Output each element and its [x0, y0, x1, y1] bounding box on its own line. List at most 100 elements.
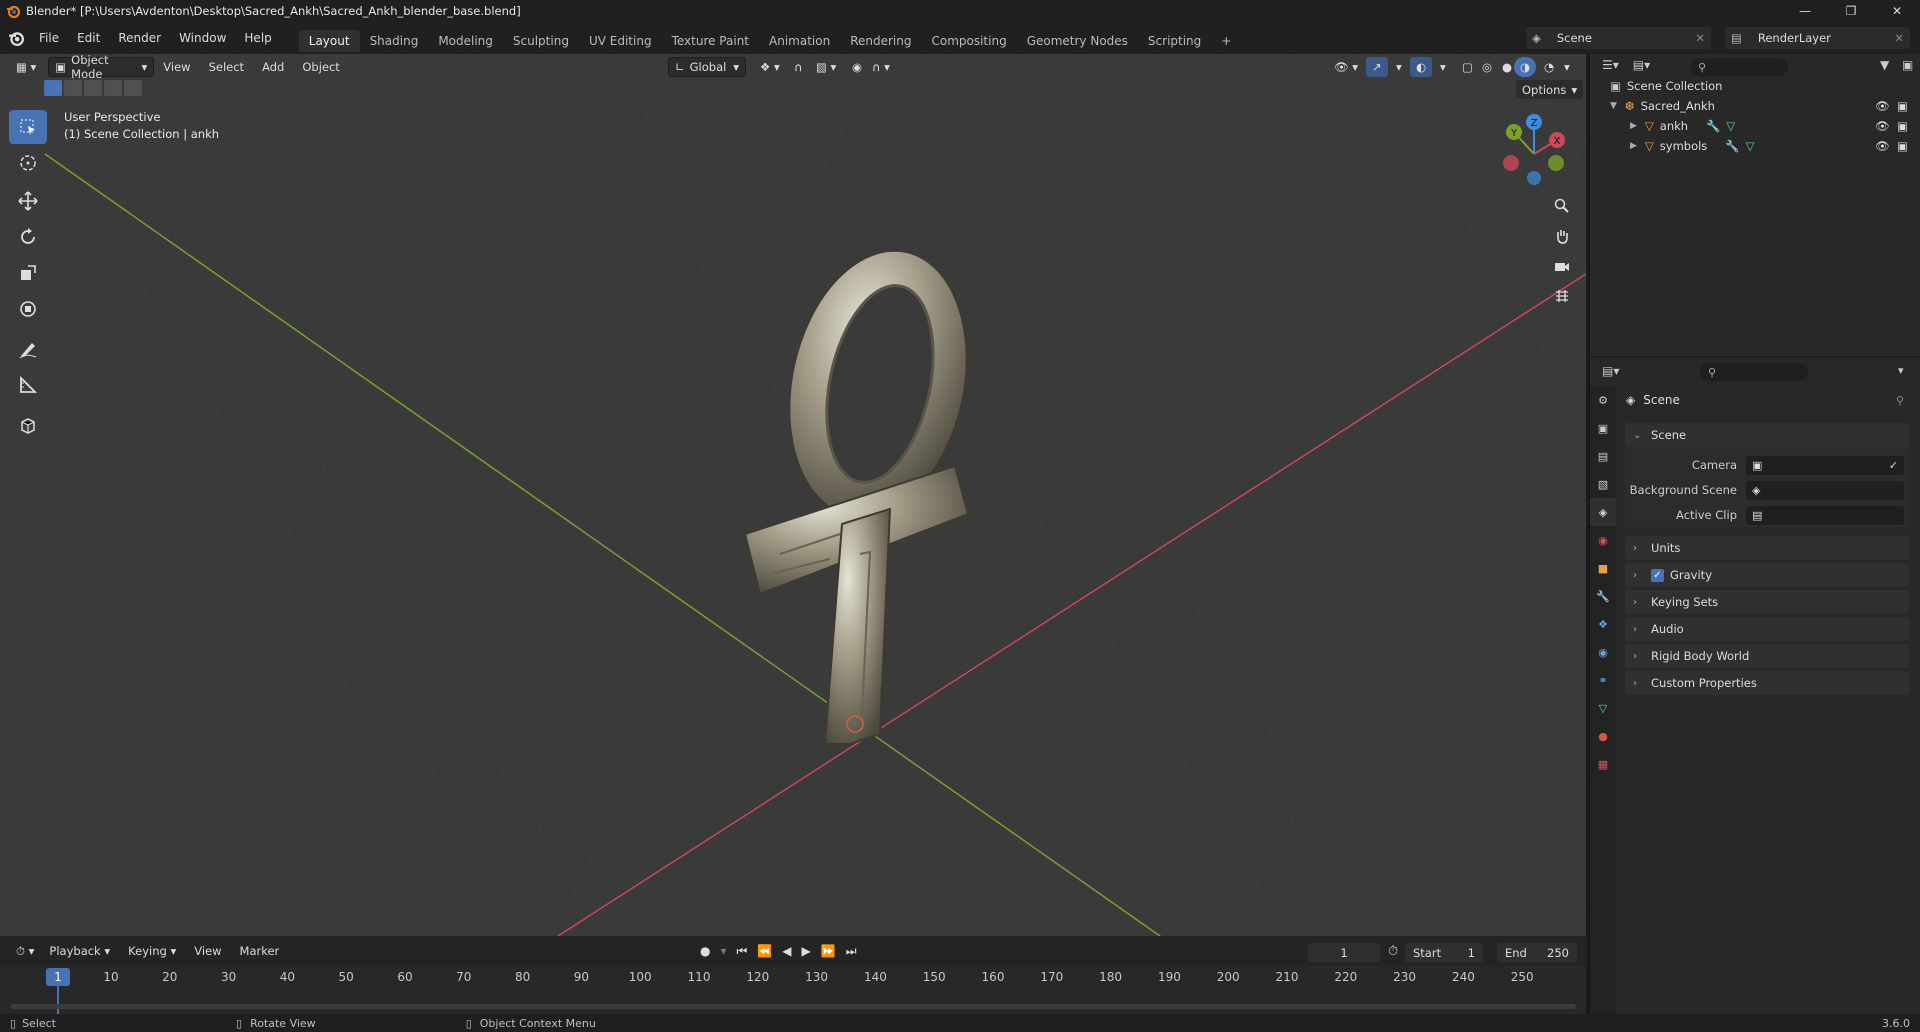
stopwatch-icon[interactable]: ⏱ [1388, 944, 1398, 959]
viewport-menu-select[interactable]: Select [200, 60, 253, 74]
render-tab-icon[interactable]: ▣ [1590, 414, 1616, 442]
start-frame-field[interactable]: Start 1 [1405, 943, 1483, 962]
tab-rendering[interactable]: Rendering [840, 30, 921, 52]
falloff-icon[interactable]: ∩ ▾ [866, 57, 896, 77]
tab-compositing[interactable]: Compositing [921, 30, 1016, 52]
scene-tab-icon[interactable]: ◈ [1590, 498, 1616, 526]
jump-keyframe-forward-icon[interactable]: ⏩ [821, 944, 836, 959]
camera-field[interactable]: ▣ ✓ [1746, 456, 1904, 475]
chevron-right-icon[interactable]: ▶ [1630, 141, 1637, 151]
timeline-menu-keying[interactable]: Keying ▾ [119, 944, 185, 958]
wireframe-shading-icon[interactable]: ◎ [1476, 57, 1498, 77]
select-box-tool-icon[interactable] [9, 110, 47, 144]
cursor-tool-icon[interactable] [9, 146, 47, 180]
chevron-down-icon[interactable]: ▾ [1558, 57, 1576, 77]
timeline-scrollbar[interactable] [10, 1004, 1576, 1009]
snap-icon[interactable]: ∩ [788, 57, 808, 77]
constraints-tab-icon[interactable]: ⚭ [1590, 666, 1616, 694]
tab-uv-editing[interactable]: UV Editing [579, 30, 662, 52]
tab-layout[interactable]: Layout [298, 29, 360, 52]
tab-shading[interactable]: Shading [360, 30, 429, 52]
new-collection-icon[interactable]: ▣ [1902, 58, 1913, 72]
annotate-tool-icon[interactable] [9, 332, 47, 366]
mode-selector[interactable]: ▣ Object Mode ▾ [48, 53, 155, 81]
overlays-toggle-icon[interactable]: ◐ [1410, 57, 1433, 77]
editor-type-icon[interactable]: ▦ ▾ [10, 57, 42, 77]
pivot-point-icon[interactable]: ❖ ▾ [754, 57, 786, 77]
end-frame-field[interactable]: End 250 [1497, 943, 1577, 962]
jump-end-icon[interactable]: ⏭ [846, 944, 857, 959]
tool-tab-icon[interactable]: ⚙ [1590, 386, 1616, 414]
active-clip-field[interactable]: ▤ [1746, 506, 1904, 525]
tab-sculpting[interactable]: Sculpting [503, 30, 579, 52]
gravity-checkbox[interactable]: ✓ [1651, 568, 1664, 582]
keying-sets-panel-header[interactable]: › Keying Sets [1625, 590, 1909, 614]
eye-icon[interactable]: 👁 [1875, 119, 1890, 133]
rendered-shading-icon[interactable]: ◔ [1538, 57, 1560, 77]
chevron-down-icon[interactable]: ▾ [1434, 57, 1452, 77]
outliner-row-symbols[interactable]: ▶ ▽ symbols 🔧 ▽ 👁 ▣ [1590, 136, 1920, 156]
camera-render-icon[interactable]: ▣ [1897, 139, 1908, 153]
play-icon[interactable]: ▶ [802, 944, 811, 959]
audio-panel-header[interactable]: › Audio [1625, 617, 1909, 641]
tab-scripting[interactable]: Scripting [1138, 30, 1211, 52]
current-frame-field[interactable]: 1 [1308, 943, 1380, 962]
viewport-menu-object[interactable]: Object [293, 60, 348, 74]
play-reverse-icon[interactable]: ◀ [782, 944, 791, 959]
modifier-wrench-icon[interactable]: 🔧 [1725, 139, 1739, 153]
mesh-data-icon[interactable]: ▽ [1746, 139, 1755, 153]
particles-tab-icon[interactable]: ❖ [1590, 610, 1616, 638]
menu-file[interactable]: File [30, 31, 68, 45]
menu-edit[interactable]: Edit [68, 31, 109, 45]
outliner-row-sacred-ankh[interactable]: ▼ ❆ Sacred_Ankh 👁 ▣ [1590, 96, 1920, 116]
scene-selector[interactable]: ◈ Scene ✕ [1526, 27, 1711, 49]
gizmo-toggle-icon[interactable]: ↗ [1366, 57, 1388, 77]
grid-ortho-icon[interactable] [1550, 284, 1574, 308]
background-scene-field[interactable]: ◈ [1746, 481, 1904, 500]
select-subtract-icon[interactable] [84, 80, 102, 96]
add-workspace-button[interactable]: + [1211, 30, 1241, 52]
timeline-editor-type-icon[interactable]: ⏱ ▾ [10, 941, 40, 961]
proportional-edit-icon[interactable]: ◉ [846, 57, 868, 77]
physics-tab-icon[interactable]: ◉ [1590, 638, 1616, 666]
chevron-down-icon[interactable]: ▾ [1898, 364, 1904, 377]
outliner[interactable]: ☰▾ ▤▾ ⚲ ▼ ▣ ▣ Scene Collection ▼ ❆ Sacre… [1588, 54, 1920, 356]
menu-help[interactable]: Help [235, 31, 280, 45]
material-tab-icon[interactable]: ● [1590, 722, 1616, 750]
tab-animation[interactable]: Animation [759, 30, 840, 52]
properties-editor-type-icon[interactable]: ▤▾ [1602, 364, 1619, 378]
material-preview-shading-icon[interactable]: ◑ [1514, 57, 1537, 77]
jump-keyframe-back-icon[interactable]: ⏪ [757, 944, 772, 959]
pin-icon[interactable]: ⚲ [1896, 394, 1904, 407]
outliner-search-input[interactable]: ⚲ [1690, 58, 1788, 76]
blender-menu-icon[interactable] [8, 30, 24, 46]
custom-properties-panel-header[interactable]: › Custom Properties [1625, 671, 1909, 695]
timeline-menu-view[interactable]: View [185, 944, 230, 958]
camera-view-icon[interactable] [1550, 254, 1574, 278]
filter-icon[interactable]: ▼ [1880, 58, 1889, 72]
select-new-icon[interactable] [44, 80, 62, 96]
camera-render-icon[interactable]: ▣ [1897, 99, 1908, 113]
properties-search-input[interactable]: ⚲ [1700, 363, 1808, 381]
gravity-panel-header[interactable]: › ✓ Gravity [1625, 563, 1909, 587]
tab-texture-paint[interactable]: Texture Paint [662, 30, 759, 52]
data-tab-icon[interactable]: ▽ [1590, 694, 1616, 722]
3d-viewport[interactable]: Z Y X User Perspective (1) Scene Collect… [0, 54, 1586, 936]
eye-icon[interactable]: 👁 [1875, 99, 1890, 113]
pan-hand-icon[interactable] [1550, 224, 1574, 248]
snap-target-icon[interactable]: ▧ ▾ [810, 57, 842, 77]
eye-icon[interactable]: 👁 [1875, 139, 1890, 153]
output-tab-icon[interactable]: ▤ [1590, 442, 1616, 470]
modifiers-tab-icon[interactable]: 🔧 [1590, 582, 1616, 610]
modifier-wrench-icon[interactable]: 🔧 [1706, 119, 1720, 133]
chevron-down-icon[interactable]: ▼ [1610, 101, 1617, 111]
zoom-icon[interactable] [1550, 194, 1574, 218]
outliner-editor-type-icon[interactable]: ☰▾ [1602, 58, 1619, 72]
options-dropdown[interactable]: Options ▾ [1516, 80, 1584, 99]
outliner-row-ankh[interactable]: ▶ ▽ ankh 🔧 ▽ 👁 ▣ [1590, 116, 1920, 136]
jump-start-icon[interactable]: ⏮ [737, 944, 748, 959]
maximize-button[interactable]: ❐ [1828, 0, 1874, 21]
rigid-body-world-panel-header[interactable]: › Rigid Body World [1625, 644, 1909, 668]
object-tab-icon[interactable]: ■ [1590, 554, 1616, 582]
transform-tool-icon[interactable] [9, 292, 47, 326]
